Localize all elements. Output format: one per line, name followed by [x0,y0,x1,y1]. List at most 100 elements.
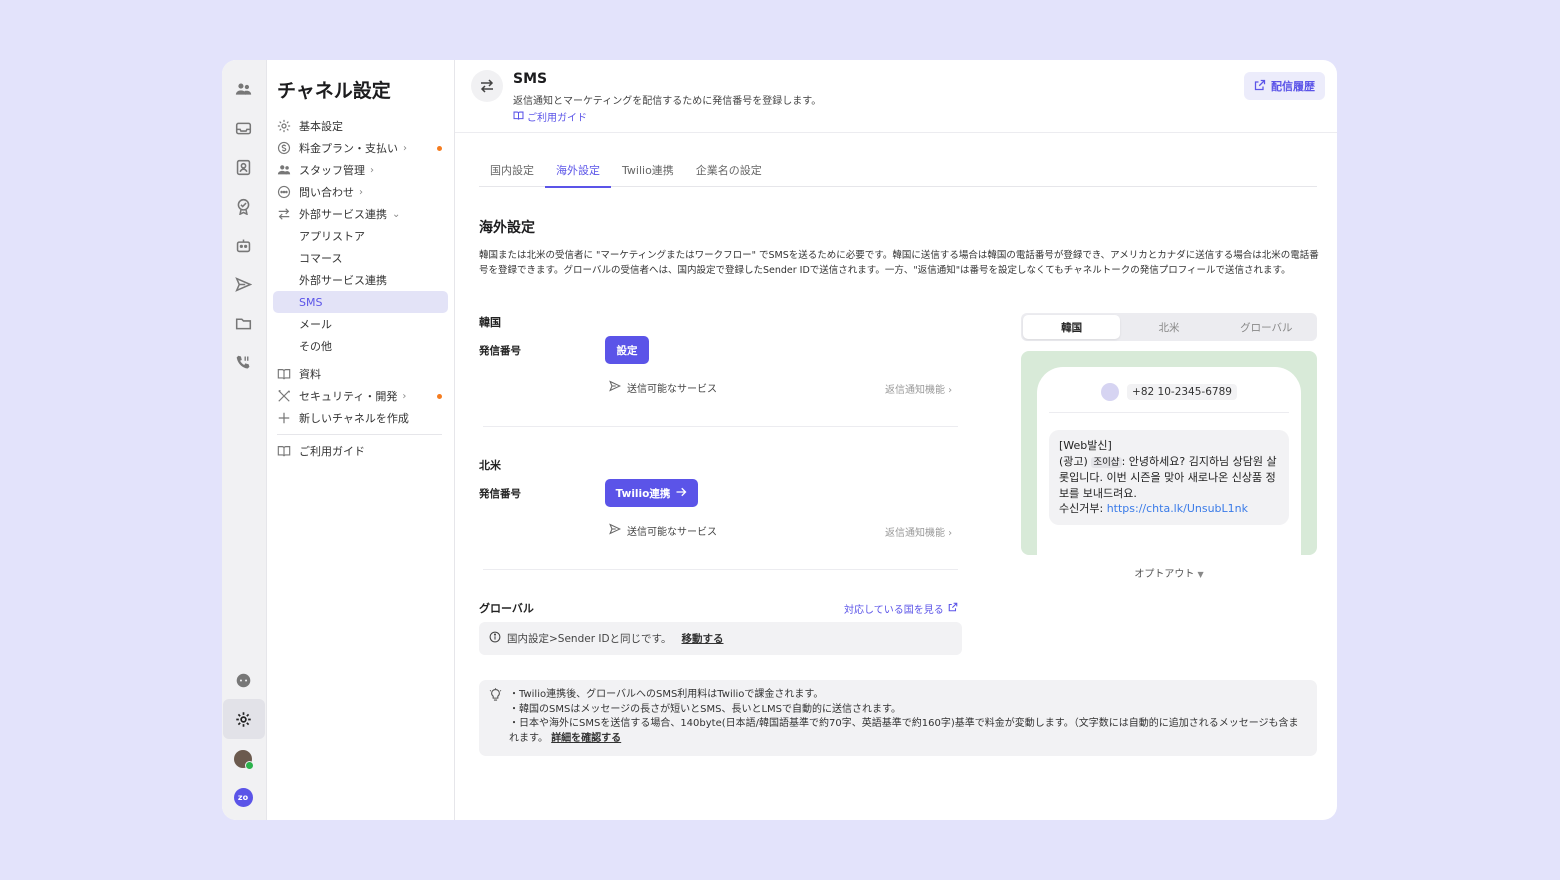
sidebar-item-staff[interactable]: スタッフ管理 › [273,159,448,181]
twilio-connect-button[interactable]: Twilio連携 [605,479,698,507]
section-description: 韓国または北米の受信者に "マーケティングまたはワークフロー" でSMSを送るた… [479,250,1319,276]
tab-overseas[interactable]: 海外設定 [545,153,611,188]
tip-line-2: ・韓国のSMSはメッセージの長さが短いとSMS、長いとLMSで自動的に送信されま… [509,703,901,715]
supported-countries-label: 対応している国を見る [844,605,944,616]
caret-down-icon: ▼ [1197,570,1204,579]
phone-call-icon[interactable] [232,351,254,373]
preview-region-switcher: 韓国 北米 グローバル [1021,313,1317,341]
phone-mockup: +82 10-2345-6789 [Web발신] (광고) 조이샵: 안녕하세요… [1037,367,1301,555]
chevron-right-icon: › [359,186,363,198]
move-link[interactable]: 移動する [682,631,724,646]
settings-tabs: 国内設定 海外設定 Twilio連携 企業名の設定 [479,153,1317,188]
segment-north-america[interactable]: 北米 [1120,315,1217,339]
sidebar-item-new-channel[interactable]: 新しいチャネルを作成 [273,407,448,429]
tip-line-3-block: ・日本や海外にSMSを送信する場合、140byte(日本語/韓国語基準で約70字… [509,717,1307,746]
users-icon[interactable] [232,78,254,100]
sender-avatar [1101,383,1120,401]
user-avatar[interactable] [232,748,254,770]
msg-unsubscribe: 수신거부: https://chta.lk/UnsubL1nk [1059,501,1279,517]
reply-feature-label: 返信通知機能 [885,385,945,396]
sidebar-item-guide[interactable]: ご利用ガイド [273,440,448,462]
badge-check-icon[interactable] [232,195,254,217]
icon-rail: zo [222,60,267,820]
swap-arrows-icon [471,70,503,102]
reply-feature-label: 返信通知機能 [885,528,945,539]
sidebar-item-label: 資料 [299,368,321,381]
sidebar-subitem-other[interactable]: その他 [273,335,448,357]
bot-icon[interactable] [232,234,254,256]
channel-logo[interactable]: zo [232,786,254,808]
sidebar-item-label: 基本設定 [299,120,343,133]
page-header: SMS 返信通知とマーケティングを配信するために発信番号を登録します。 ご利用ガ… [455,60,1337,133]
sidebar-item-security[interactable]: セキュリティ・開発 › [273,385,448,407]
sidebar-item-integrations[interactable]: 外部サービス連携 ⌄ [273,203,448,225]
supported-countries-link[interactable]: 対応している国を見る [844,601,958,616]
chevron-right-icon: › [402,390,407,402]
zo-logo-icon: zo [233,787,253,807]
sidebar-item-documents[interactable]: 資料 [273,363,448,385]
tab-twilio[interactable]: Twilio連携 [611,153,685,187]
segment-korea[interactable]: 韓国 [1023,315,1121,339]
usage-guide-link[interactable]: ご利用ガイド [513,109,587,124]
korea-available-services[interactable]: 送信可能なサービス [609,380,717,395]
msg-body-block: (광고) 조이샵: 안녕하세요? 김지하님 상담원 살롯입니다. 이번 시즌을 … [1059,454,1279,502]
folder-icon[interactable] [232,312,254,334]
sidebar-item-label: ご利用ガイド [299,445,365,458]
history-button-label: 配信履歴 [1271,80,1315,93]
settings-gear-icon[interactable] [232,708,254,730]
korea-title: 韓国 [479,316,501,329]
services-label: 送信可能なサービス [627,527,717,538]
chevron-right-icon: › [403,142,407,154]
north-america-title: 北米 [479,459,501,472]
swap-arrows-icon [277,206,293,222]
chat-bubble-icon[interactable] [232,669,254,691]
msg-store-tag: 조이샵 [1091,456,1122,468]
sidebar-item-inquiries[interactable]: 問い合わせ › [273,181,448,203]
optout-dropdown[interactable]: オプトアウト ▼ [1021,565,1317,580]
inbox-icon[interactable] [232,117,254,139]
dollar-circle-icon [277,140,293,156]
tab-company-name[interactable]: 企業名の設定 [685,153,773,187]
sidebar-item-label: 問い合わせ [299,186,354,199]
contacts-icon[interactable] [232,156,254,178]
avatar [234,750,254,770]
north-america-number-label: 発信番号 [479,488,521,500]
external-link-icon [1254,79,1266,94]
tools-icon [277,388,293,404]
guide-link-label: ご利用ガイド [527,113,587,124]
sms-preview: +82 10-2345-6789 [Web발신] (광고) 조이샵: 안녕하세요… [1021,351,1317,555]
sidebar-subitem-app-store[interactable]: アプリストア [273,225,448,247]
arrow-right-icon [675,486,687,501]
sidebar-item-basic-settings[interactable]: 基本設定 [273,115,448,137]
send-icon [609,523,622,538]
twilio-button-label: Twilio連携 [615,487,671,500]
divider [483,569,958,570]
page-title: SMS [513,71,548,87]
korea-reply-feature-link[interactable]: 返信通知機能 › [885,381,952,396]
send-icon[interactable] [232,273,254,295]
msg-unsub-label: 수신거부: [1059,502,1107,515]
info-icon [489,631,501,646]
services-label: 送信可能なサービス [627,384,717,395]
sidebar-subitem-external-services[interactable]: 外部サービス連携 [273,269,448,291]
sidebar-item-label: セキュリティ・開発 [299,390,398,403]
details-link[interactable]: 詳細を確認する [551,733,621,744]
tips-box: ・Twilio連携後、グローバルへのSMS利用料はTwilioで課金されます。 … [479,680,1317,756]
delivery-history-button[interactable]: 配信履歴 [1244,72,1325,100]
korea-setup-button[interactable]: 設定 [605,336,649,364]
sidebar-item-billing[interactable]: 料金プラン・支払い › [273,137,448,159]
na-reply-feature-link[interactable]: 返信通知機能 › [885,524,952,539]
book-icon [513,110,524,124]
na-available-services[interactable]: 送信可能なサービス [609,523,717,538]
sender-phone-number: +82 10-2345-6789 [1127,384,1237,400]
tab-domestic[interactable]: 国内設定 [479,153,545,187]
segment-global[interactable]: グローバル [1218,315,1315,339]
chat-dots-icon [277,184,293,200]
msg-unsub-url: https://chta.lk/UnsubL1nk [1106,502,1248,515]
sidebar-subitem-email[interactable]: メール [273,313,448,335]
sidebar-subitem-commerce[interactable]: コマース [273,247,448,269]
sidebar-subitem-sms[interactable]: SMS [273,291,448,313]
external-link-icon [948,602,958,615]
sidebar-divider [277,434,442,435]
sidebar-item-label: 料金プラン・支払い [299,142,398,155]
